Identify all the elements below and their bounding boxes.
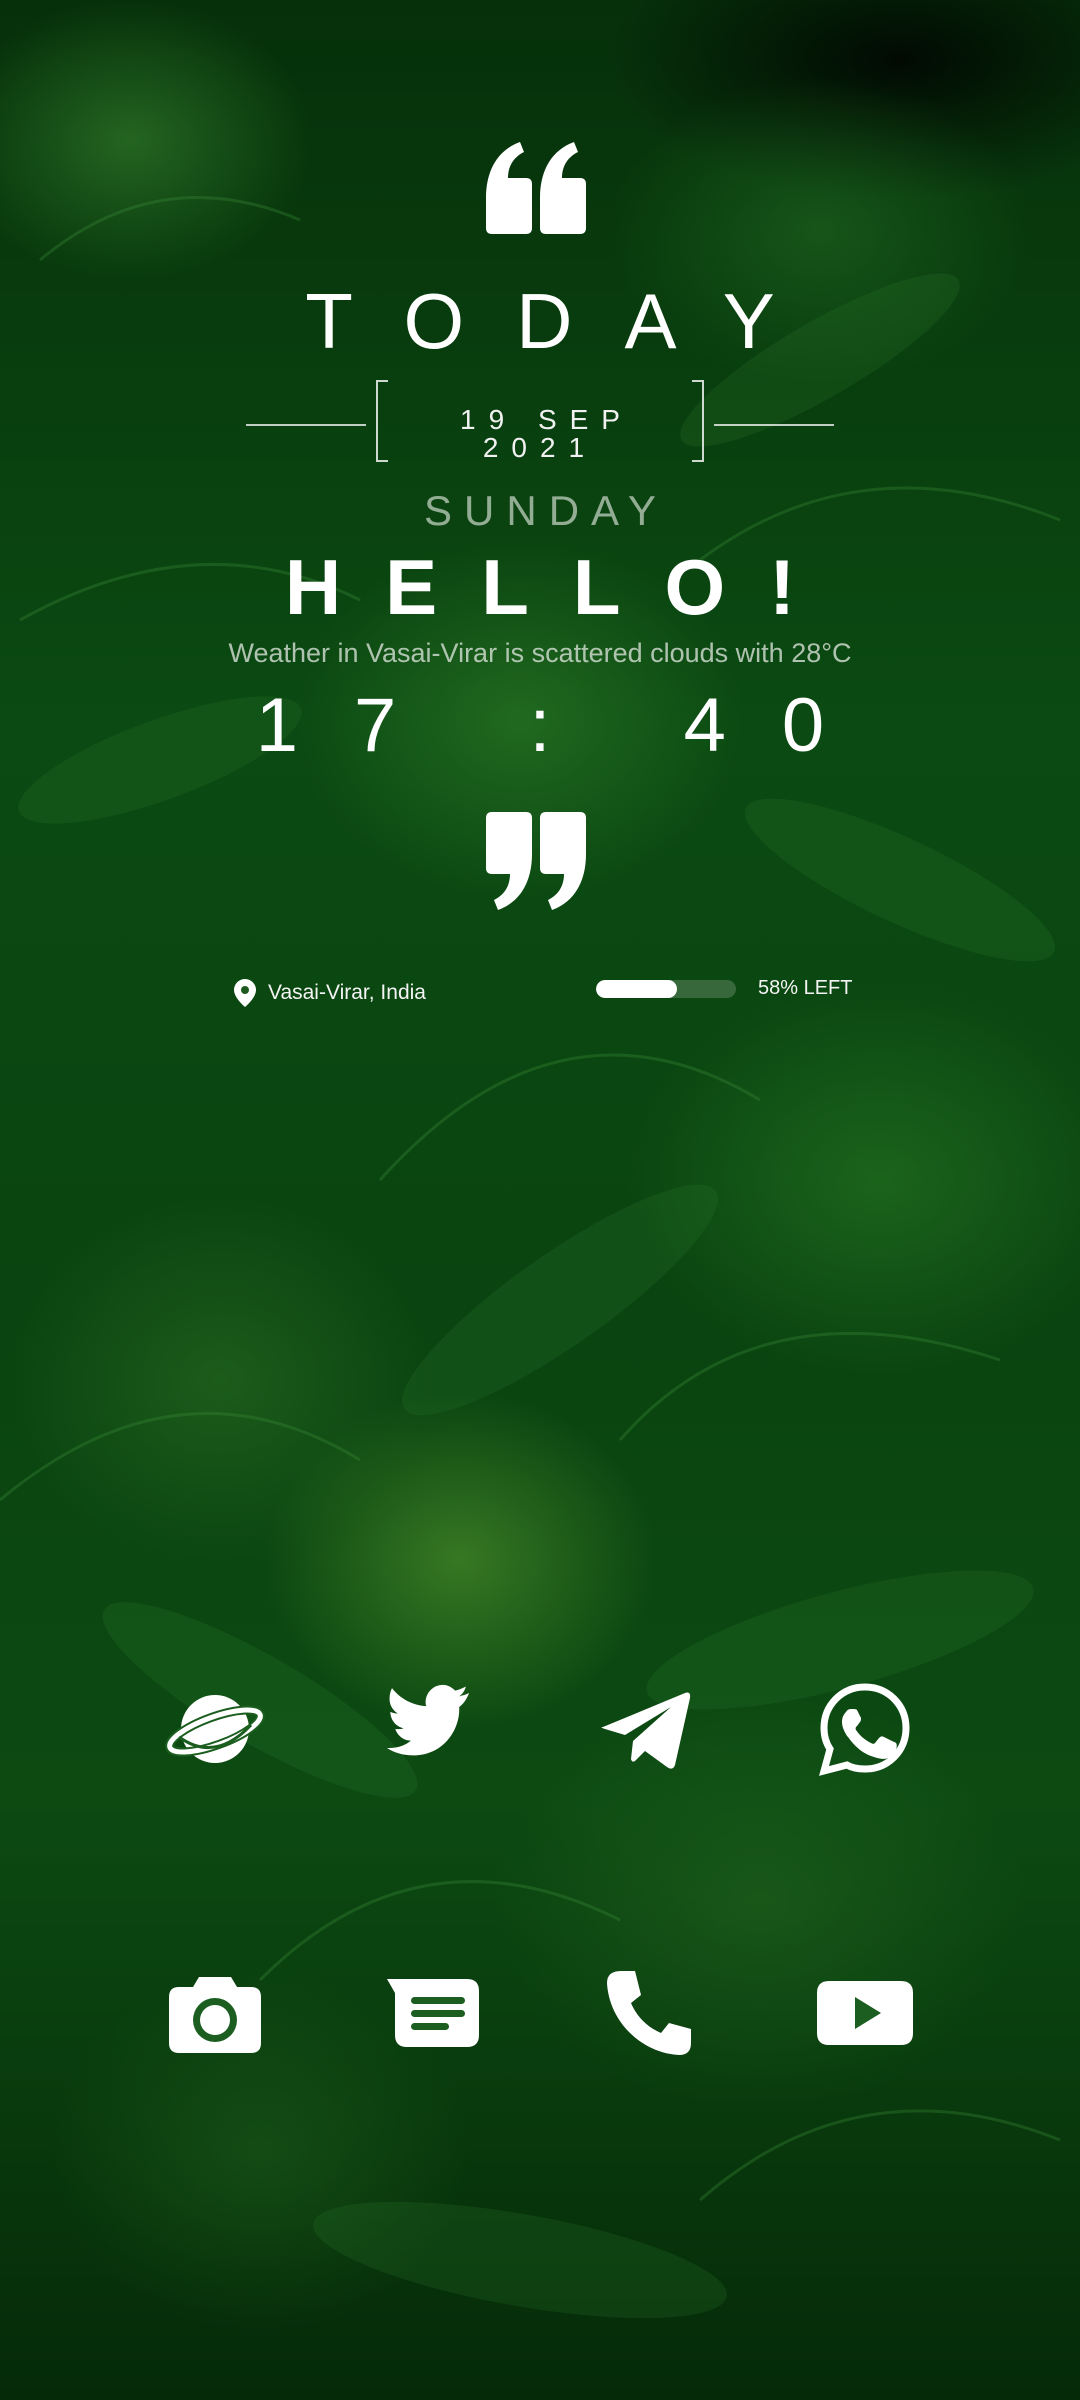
date-divider-left [246, 424, 366, 426]
twitter-icon [387, 1684, 470, 1756]
camera-icon [169, 1977, 261, 2053]
whatsapp-icon [819, 1683, 910, 1776]
date-bracket-right [692, 380, 704, 462]
phone-app-icon[interactable] [594, 1958, 704, 2068]
date-bracket-left [376, 380, 388, 462]
greeting-heading: HELLO! [284, 543, 840, 631]
phone-icon [607, 1971, 691, 2055]
camera-app-icon[interactable] [160, 1958, 270, 2068]
location-text: Vasai-Virar, India [268, 981, 426, 1004]
twitter-app-icon[interactable] [375, 1674, 485, 1784]
telegram-app-icon[interactable] [590, 1674, 700, 1784]
battery-label: 58% LEFT [758, 977, 853, 999]
date-text: 19 SEP 2021 [460, 404, 633, 463]
date-banner: 19 SEP 2021 [0, 378, 1080, 462]
planet-browser-icon [165, 1695, 265, 1763]
location-pin-icon [234, 979, 256, 1007]
messages-app-icon[interactable] [380, 1958, 490, 2068]
close-quote-icon [486, 812, 586, 910]
battery-bar [596, 980, 736, 998]
youtube-icon [817, 1981, 913, 2045]
telegram-icon [601, 1692, 691, 1769]
location-info[interactable]: Vasai-Virar, India [234, 976, 426, 1010]
browser-app-icon[interactable] [160, 1674, 270, 1784]
messages-icon [387, 1979, 479, 2047]
today-heading: TODAY [305, 277, 827, 365]
whatsapp-app-icon[interactable] [810, 1674, 920, 1784]
date-divider-right [714, 424, 834, 426]
open-quote-icon [486, 142, 586, 234]
launcher-widget: TODAY 19 SEP 2021 SUNDAY HELLO! Weather … [0, 0, 1080, 2400]
battery-fill [596, 980, 678, 998]
weather-summary: Weather in Vasai-Virar is scattered clou… [228, 638, 852, 668]
youtube-app-icon[interactable] [810, 1958, 920, 2068]
weekday-label: SUNDAY [424, 487, 668, 534]
battery-track [596, 980, 736, 998]
clock-time[interactable]: 17 : 40 [0, 688, 1080, 764]
